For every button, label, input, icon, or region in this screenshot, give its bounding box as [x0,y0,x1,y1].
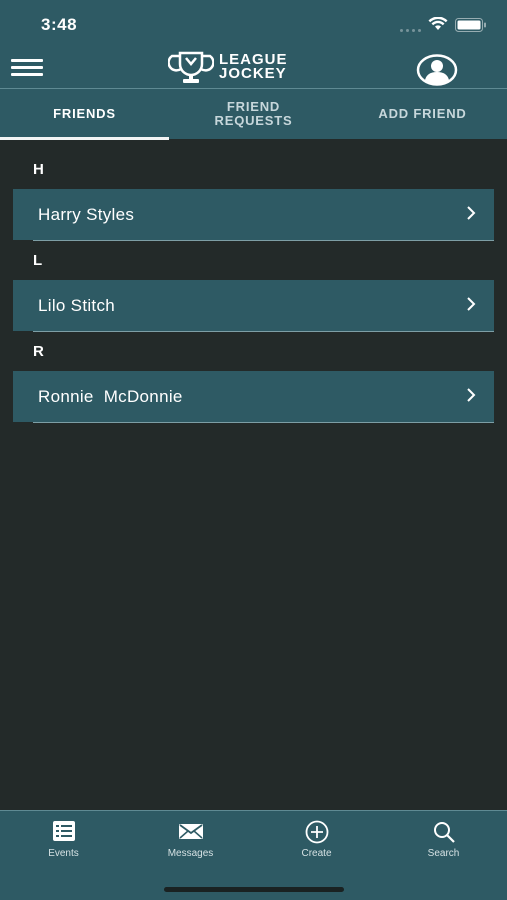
tab-friends-label: FRIENDS [53,106,116,121]
search-icon [433,822,455,843]
nav-search[interactable]: Search [380,811,507,871]
nav-events-label: Events [48,848,79,859]
nav-messages[interactable]: Messages [127,811,254,871]
battery-icon [455,18,486,32]
nav-create[interactable]: Create [253,811,380,871]
friends-tabs: FRIENDS FRIEND REQUESTS ADD FRIEND [0,88,507,140]
friend-row-harry-styles[interactable]: Harry Styles [13,189,494,241]
wifi-icon [428,17,448,30]
tab-add-friend[interactable]: ADD FRIEND [338,89,507,139]
league-jockey-logo: LEAGUE JOCKEY [168,50,298,86]
tab-friends[interactable]: FRIENDS [0,89,169,140]
home-indicator[interactable] [164,887,344,892]
tab-friend-requests-label: FRIEND REQUESTS [214,99,293,128]
section-header-r: R [33,343,44,360]
bottom-tab-bar: Events Messages Create Search [0,810,507,900]
plus-circle-icon [305,820,328,844]
friend-row-lilo-stitch[interactable]: Lilo Stitch [13,280,494,332]
list-icon [52,821,75,841]
tab-add-friend-label: ADD FRIEND [378,106,467,121]
nav-search-label: Search [427,848,460,859]
nav-messages-label: Messages [167,848,214,859]
profile-avatar-icon[interactable] [416,54,458,86]
chevron-right-icon [467,206,476,220]
trophy-icon [168,51,214,83]
nav-create-label: Create [301,848,332,859]
signal-icon [400,29,421,32]
chevron-right-icon [467,297,476,311]
envelope-icon [178,824,203,839]
status-time: 3:48 [41,15,78,34]
logo-line-2: JOCKEY [219,65,287,82]
friend-row-ronnie-mcdonnie[interactable]: Ronnie McDonnie [13,371,494,423]
friend-name: Harry Styles [38,205,135,224]
friend-name: Lilo Stitch [38,296,116,315]
nav-events[interactable]: Events [0,811,127,871]
status-bar: 3:48 [0,0,507,48]
hamburger-menu-icon[interactable] [11,59,43,77]
navigation-bar: LEAGUE JOCKEY [0,48,507,88]
friend-name: Ronnie McDonnie [38,387,183,406]
section-header-h: H [33,161,44,178]
tab-friend-requests[interactable]: FRIEND REQUESTS [169,89,338,139]
section-header-l: L [33,252,43,269]
top-bar: 3:48 LEAGUE JOCKEY FRIENDS FRIEND REQUES… [0,0,507,140]
chevron-right-icon [467,388,476,402]
